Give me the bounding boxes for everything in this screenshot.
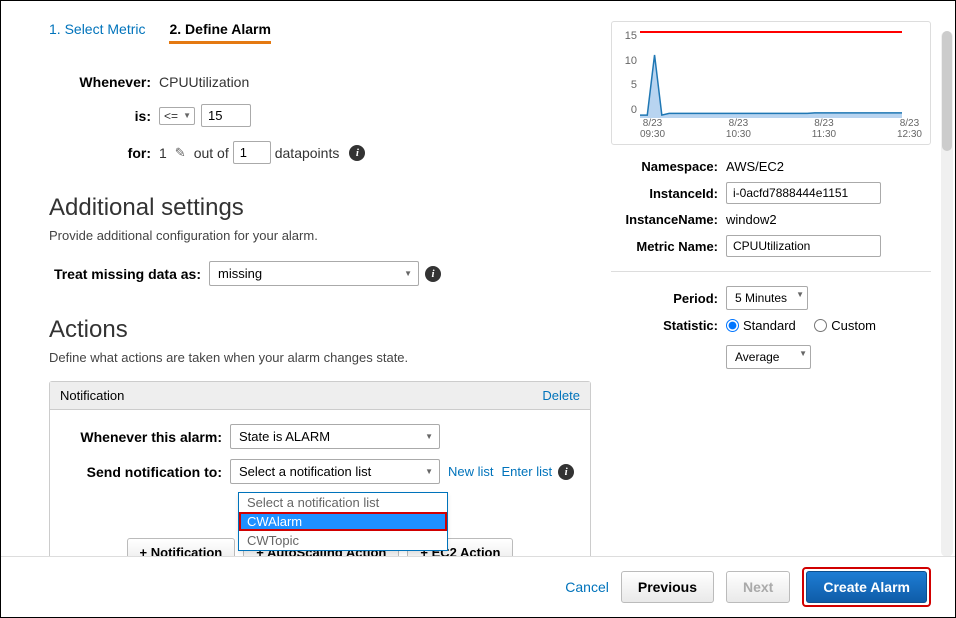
x-tick: 11:30 (812, 129, 836, 140)
enter-list-link[interactable]: Enter list (502, 464, 553, 479)
x-tick: 8/23 (726, 118, 751, 129)
missing-data-label: Treat missing data as: (39, 266, 209, 282)
operator-select[interactable]: <= (159, 107, 195, 125)
dropdown-option-cwalarm[interactable]: CWAlarm (239, 512, 447, 531)
next-button: Next (726, 571, 790, 603)
scrollbar[interactable] (941, 31, 953, 557)
whenever-alarm-label: Whenever this alarm: (60, 429, 230, 445)
metricname-label: Metric Name: (611, 239, 726, 254)
previous-button[interactable]: Previous (621, 571, 714, 603)
delete-notification-link[interactable]: Delete (542, 388, 580, 403)
additional-settings-title: Additional settings (49, 194, 591, 222)
info-icon[interactable]: i (349, 145, 365, 161)
cancel-link[interactable]: Cancel (565, 579, 609, 595)
is-label: is: (49, 108, 159, 124)
metricname-input[interactable] (726, 235, 881, 257)
period-label: Period: (611, 291, 726, 306)
x-tick: 09:30 (640, 129, 665, 140)
actions-desc: Define what actions are taken when your … (49, 350, 591, 365)
missing-data-select[interactable]: missing (209, 261, 419, 286)
whenever-metric: CPUUtilization (159, 74, 249, 90)
actions-title: Actions (49, 316, 591, 344)
x-tick: 8/23 (897, 118, 922, 129)
threshold-input[interactable] (201, 104, 251, 127)
for-value: 1 (159, 145, 167, 161)
dialog-footer: Cancel Previous Next Create Alarm (1, 556, 955, 617)
create-alarm-button[interactable]: Create Alarm (806, 571, 927, 603)
statistic-standard-radio[interactable]: Standard (726, 318, 796, 333)
x-tick: 8/23 (640, 118, 665, 129)
instancename-label: InstanceName: (611, 212, 726, 227)
additional-settings-desc: Provide additional configuration for you… (49, 228, 591, 243)
x-tick: 10:30 (726, 129, 751, 140)
notification-list-select[interactable]: Select a notification list (230, 459, 440, 484)
notification-dropdown[interactable]: Select a notification list CWAlarm CWTop… (238, 492, 448, 551)
y-tick: 5 (617, 79, 637, 91)
dropdown-option-placeholder[interactable]: Select a notification list (239, 493, 447, 512)
namespace-label: Namespace: (611, 159, 726, 174)
period-select[interactable]: 5 Minutes (726, 286, 808, 310)
instanceid-label: InstanceId: (611, 186, 726, 201)
info-icon[interactable]: i (425, 266, 441, 282)
info-icon[interactable]: i (558, 464, 574, 480)
tab-select-metric[interactable]: 1. Select Metric (49, 21, 145, 44)
instancename-value: window2 (726, 212, 777, 227)
notification-header: Notification (60, 388, 124, 403)
x-tick: 8/23 (812, 118, 836, 129)
statistic-custom-radio[interactable]: Custom (814, 318, 876, 333)
namespace-value: AWS/EC2 (726, 159, 784, 174)
y-tick: 10 (617, 55, 637, 67)
datapoints-input[interactable] (233, 141, 271, 164)
instanceid-input[interactable] (726, 182, 881, 204)
tab-define-alarm[interactable]: 2. Define Alarm (169, 21, 270, 44)
statistic-select[interactable]: Average (726, 345, 811, 369)
datapoints-text: datapoints (275, 145, 340, 161)
alarm-state-select[interactable]: State is ALARM (230, 424, 440, 449)
wizard-tabs: 1. Select Metric 2. Define Alarm (49, 21, 591, 52)
metric-chart: 15 10 5 0 8/2309:30 8/2310:30 8/2311:30 … (611, 21, 931, 145)
statistic-label: Statistic: (611, 318, 726, 333)
dropdown-option-cwtopic[interactable]: CWTopic (239, 531, 447, 550)
out-of-text: out of (194, 145, 229, 161)
scrollbar-thumb[interactable] (942, 31, 952, 151)
notification-panel: Notification Delete Whenever this alarm:… (49, 381, 591, 559)
y-tick: 0 (617, 104, 637, 116)
new-list-link[interactable]: New list (448, 464, 494, 479)
send-notification-label: Send notification to: (60, 464, 230, 480)
x-tick: 12:30 (897, 129, 922, 140)
whenever-label: Whenever: (49, 74, 159, 90)
y-tick: 15 (617, 30, 637, 42)
edit-icon[interactable]: ✎ (175, 145, 186, 161)
for-label: for: (49, 145, 159, 161)
